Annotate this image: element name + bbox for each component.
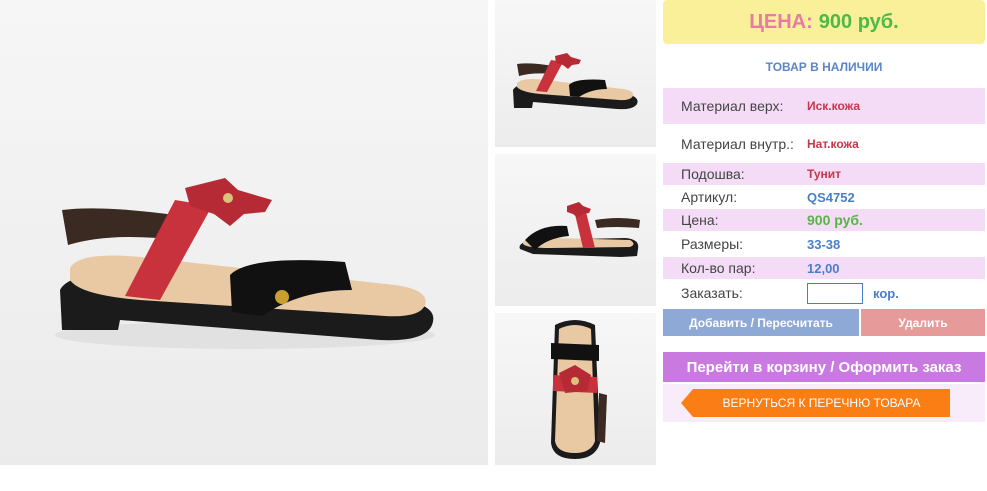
- detail-value: Нат.кожа: [807, 137, 859, 151]
- add-recalculate-button[interactable]: Добавить / Пересчитать: [663, 309, 859, 336]
- thumbnail-1[interactable]: [495, 0, 656, 147]
- detail-label: Материал внутр.:: [681, 136, 794, 152]
- main-product-image[interactable]: [0, 0, 488, 465]
- detail-row-sole: Подошва: Тунит: [663, 163, 985, 185]
- detail-row-material-inner: Материал внутр.: Нат.кожа: [663, 126, 985, 162]
- detail-label: Артикул:: [681, 189, 738, 205]
- detail-value: Тунит: [807, 167, 842, 181]
- price-banner: ЦЕНА: 900 руб.: [663, 0, 985, 44]
- thumbnail-3[interactable]: [495, 313, 656, 465]
- detail-row-material-upper: Материал верх: Иск.кожа: [663, 88, 985, 124]
- order-unit: кор.: [873, 285, 899, 301]
- detail-value: 12,00: [807, 260, 840, 276]
- stock-status: ТОВАР В НАЛИЧИИ: [765, 60, 883, 74]
- detail-label: Материал верх:: [681, 98, 784, 114]
- thumbnail-2[interactable]: [495, 154, 656, 306]
- order-quantity-input[interactable]: [807, 282, 863, 304]
- detail-value: 900 руб.: [807, 212, 863, 228]
- detail-value: 33-38: [807, 236, 841, 252]
- detail-label: Цена:: [681, 212, 719, 228]
- detail-label: Подошва:: [681, 166, 745, 182]
- price-label: ЦЕНА:: [749, 10, 813, 33]
- detail-row-pairs: Кол-во пар: 12,00: [663, 257, 985, 279]
- detail-row-article: Артикул: QS4752: [663, 186, 985, 208]
- detail-value: Иск.кожа: [807, 99, 860, 113]
- detail-label: Размеры:: [681, 236, 744, 252]
- sandal-illustration: [55, 178, 435, 349]
- detail-row-price: Цена: 900 руб.: [663, 209, 985, 231]
- go-to-cart-button[interactable]: Перейти в корзину / Оформить заказ: [663, 352, 985, 382]
- order-label: Заказать:: [681, 285, 743, 301]
- sandal-thumbnail-illustration: [513, 53, 638, 110]
- price-value: 900 руб.: [818, 10, 899, 33]
- detail-row-order: Заказать: кор.: [663, 281, 985, 305]
- detail-row-sizes: Размеры: 33-38: [663, 233, 985, 255]
- back-to-list-button[interactable]: Вернуться к перечню товара: [681, 389, 950, 417]
- back-button-container: Вернуться к перечню товара: [663, 384, 985, 422]
- delete-button[interactable]: Удалить: [861, 309, 985, 336]
- sandal-thumbnail-illustration: [519, 202, 640, 257]
- detail-label: Кол-во пар:: [681, 260, 756, 276]
- sandal-thumbnail-illustration: [551, 320, 607, 459]
- detail-value: QS4752: [807, 189, 855, 205]
